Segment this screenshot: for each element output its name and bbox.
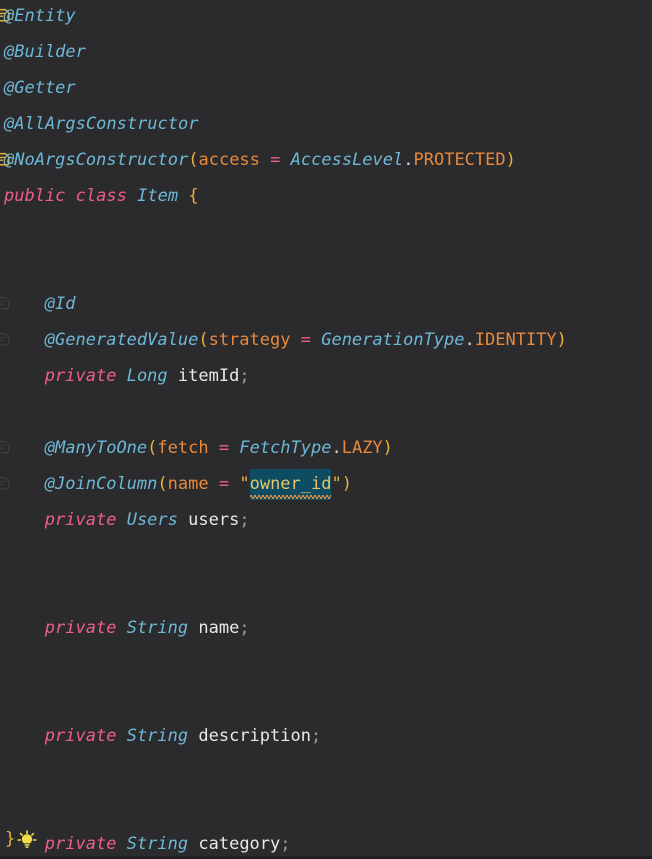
code-token-operator: = (270, 150, 281, 170)
code-token-annotation: @NoArgsConstructor (4, 150, 189, 170)
code-token-keyword: class (75, 186, 127, 206)
code-token-type: GenerationType (321, 330, 465, 350)
code-editor[interactable]: @Entity @Builder @Getter @AllArgsConstructo… (0, 0, 652, 859)
code-line[interactable]: private Users users; (45, 502, 250, 538)
code-line[interactable]: @ManyToOne(fetch = FetchType.LAZY) (45, 430, 393, 466)
code-token-type: Users (126, 510, 178, 530)
code-line[interactable]: @NoArgsConstructor(access = AccessLevel.… (4, 142, 516, 178)
code-line[interactable]: @Getter (4, 70, 76, 106)
code-token-const: LAZY (341, 438, 383, 458)
code-token-operator: = (300, 330, 311, 350)
code-token-type: String (126, 618, 189, 638)
code-token-operator: = (218, 438, 230, 458)
code-token-ident: name (198, 618, 240, 638)
code-token-annotation: @GeneratedValue (44, 330, 199, 350)
code-token-annotation: @Entity (4, 6, 76, 26)
code-token-paren: ) (382, 438, 393, 458)
code-token-paren: ( (157, 474, 168, 494)
code-token-keyword: private (44, 366, 117, 386)
code-token-ident: itemId (177, 366, 240, 386)
code-line[interactable]: @Entity (4, 0, 76, 34)
code-token-string: " (331, 474, 342, 494)
intention-bulb-icon[interactable] (17, 829, 37, 850)
code-token-keyword: private (44, 618, 117, 638)
code-token-operator: = (218, 474, 230, 494)
code-line[interactable]: public class Item { (4, 178, 199, 214)
code-token-paren: ( (147, 438, 158, 458)
code-token-string: " (239, 474, 250, 494)
code-token-param: access (198, 150, 260, 170)
code-token-type: Item (137, 186, 179, 206)
code-token-annotation: @Builder (4, 42, 86, 62)
code-token-keyword: private (44, 726, 117, 746)
code-token-punct: ; (239, 510, 250, 530)
code-line[interactable]: @Id (45, 286, 76, 322)
code-line[interactable]: private String description; (45, 718, 321, 754)
code-token-ident: users (188, 510, 240, 530)
code-token-dot: . (331, 438, 342, 458)
code-token-keyword: private (44, 510, 117, 530)
code-token-paren: ) (556, 330, 567, 350)
code-token-paren: ) (505, 150, 516, 170)
code-token-type: AccessLevel (290, 150, 404, 170)
code-token-type: String (126, 726, 189, 746)
code-line[interactable]: private Long itemId; (45, 358, 250, 394)
code-token-dot: . (464, 330, 475, 350)
code-token-dot: . (403, 150, 414, 170)
code-text-area[interactable]: @Entity @Builder @Getter @AllArgsConstructo… (0, 0, 652, 859)
code-line[interactable]: @GeneratedValue(strategy = GenerationTyp… (45, 322, 567, 358)
code-line[interactable]: private String name; (45, 610, 250, 646)
code-token-punct: ; (239, 366, 250, 386)
spellcheck-squiggle (249, 495, 332, 499)
code-token-param: name (167, 474, 209, 494)
code-line[interactable]: @AllArgsConstructor (4, 106, 198, 142)
code-token-paren: ( (188, 150, 199, 170)
code-token-const: IDENTITY (474, 330, 557, 350)
closing-brace-glyph: } (5, 829, 16, 849)
code-line[interactable]: @JoinColumn(name = "owner_id ") (45, 466, 352, 502)
highlighted-string-token[interactable]: owner_id (249, 469, 332, 500)
code-token-paren: ) (341, 474, 352, 494)
code-token-const: PROTECTED (413, 150, 506, 170)
code-token-type: FetchType (239, 438, 332, 458)
code-token-brace: { (188, 186, 199, 206)
code-token-annotation: @Id (44, 294, 76, 314)
bottom-intention-bar[interactable]: } (0, 823, 652, 859)
code-token-annotation: @Getter (4, 78, 76, 98)
code-token-keyword: public (4, 186, 66, 206)
code-token-param: strategy (208, 330, 291, 350)
code-token-punct: ; (239, 618, 250, 638)
code-token-ident: description (198, 726, 311, 746)
code-token-paren: ( (198, 330, 209, 350)
code-token-punct: ; (310, 726, 322, 746)
code-token-param: fetch (157, 438, 209, 458)
code-token-annotation: @ManyToOne (44, 438, 148, 458)
code-line[interactable]: @Builder (4, 34, 86, 70)
code-token-annotation: @AllArgsConstructor (4, 114, 199, 134)
code-token-type: Long (126, 366, 168, 386)
code-token-annotation: @JoinColumn (44, 474, 158, 494)
